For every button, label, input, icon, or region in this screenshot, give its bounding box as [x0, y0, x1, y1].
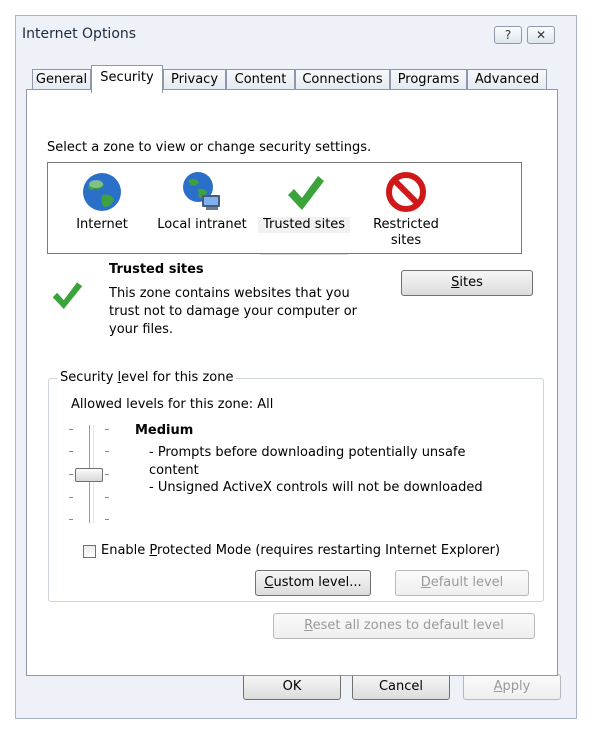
- security-level-slider[interactable]: [67, 425, 115, 525]
- zone-local-intranet[interactable]: Local intranet: [152, 163, 252, 255]
- tab-label: Security: [100, 70, 154, 85]
- tab-label: Connections: [302, 72, 383, 87]
- tab-connections[interactable]: Connections: [295, 69, 390, 91]
- zone-description-line: trust not to damage your computer or: [109, 304, 358, 319]
- default-level-button[interactable]: Default level: [395, 570, 529, 596]
- zone-description-line: This zone contains websites that you: [109, 286, 350, 301]
- zone-prompt: Select a zone to view or change security…: [47, 140, 372, 155]
- green-check-icon: [52, 282, 83, 310]
- security-level-group: Security level for this zone Allowed lev…: [48, 370, 544, 602]
- intranet-globe-icon: [183, 172, 220, 210]
- zone-trusted-sites[interactable]: Trusted sites: [258, 163, 350, 255]
- zone-list[interactable]: Internet Local intranet Trusted sites Re…: [47, 162, 522, 255]
- protected-mode-label[interactable]: Enable Protected Mode (requires restarti…: [101, 543, 500, 558]
- tab-label: Programs: [397, 72, 460, 87]
- sites-button[interactable]: Sites: [401, 270, 533, 296]
- selected-zone-title: Trusted sites: [109, 262, 204, 277]
- close-icon: ✕: [535, 28, 547, 42]
- internet-options-dialog: Internet Options ? ✕ General Security Pr…: [15, 15, 577, 719]
- level-description-line: - Unsigned ActiveX controls will not be …: [149, 480, 483, 495]
- cancel-label: Cancel: [378, 679, 424, 694]
- title-bar: Internet Options ? ✕: [16, 16, 576, 52]
- window-title: Internet Options: [22, 26, 137, 42]
- level-name: Medium: [135, 423, 194, 438]
- tab-general[interactable]: General: [32, 69, 91, 91]
- globe-icon: [83, 173, 121, 211]
- level-description-line: - Prompts before downloading potentially…: [149, 445, 466, 460]
- security-tab-panel: Select a zone to view or change security…: [26, 89, 558, 676]
- help-icon: ?: [504, 28, 512, 42]
- slider-thumb[interactable]: [75, 468, 103, 482]
- tab-programs[interactable]: Programs: [390, 69, 467, 91]
- tab-advanced[interactable]: Advanced: [467, 69, 547, 91]
- ok-button[interactable]: OK: [243, 674, 341, 700]
- zone-restricted-sites[interactable]: Restricted sites: [360, 163, 452, 255]
- zone-internet[interactable]: Internet: [62, 163, 142, 255]
- tab-label: General: [35, 72, 88, 87]
- reset-all-zones-button[interactable]: Reset all zones to default level: [273, 613, 535, 639]
- help-button[interactable]: ?: [494, 26, 522, 44]
- zone-label: Restricted sites: [373, 217, 439, 248]
- zone-label: Local intranet: [157, 217, 247, 232]
- zone-label: Trusted sites: [258, 217, 350, 233]
- protected-mode-checkbox[interactable]: [83, 545, 96, 558]
- tab-content[interactable]: Content: [226, 69, 295, 91]
- tab-security[interactable]: Security: [91, 65, 163, 93]
- level-description-line: content: [149, 463, 199, 478]
- tab-label: Advanced: [474, 72, 540, 87]
- no-entry-icon: [386, 172, 426, 212]
- zone-description-line: your files.: [109, 322, 174, 337]
- tab-label: Content: [234, 72, 287, 87]
- group-legend: Security level for this zone: [57, 370, 237, 385]
- cancel-button[interactable]: Cancel: [352, 674, 450, 700]
- tab-strip: General Security Privacy Content Connect…: [32, 65, 572, 93]
- tab-privacy[interactable]: Privacy: [163, 69, 226, 91]
- allowed-levels-label: Allowed levels for this zone: All: [71, 397, 274, 412]
- apply-button[interactable]: Apply: [463, 674, 561, 700]
- custom-level-button[interactable]: Custom level...: [255, 570, 371, 596]
- green-check-icon: [288, 176, 324, 210]
- zone-label: Internet: [76, 217, 128, 232]
- ok-label: OK: [282, 679, 302, 694]
- tab-label: Privacy: [170, 72, 219, 87]
- close-button[interactable]: ✕: [527, 26, 555, 44]
